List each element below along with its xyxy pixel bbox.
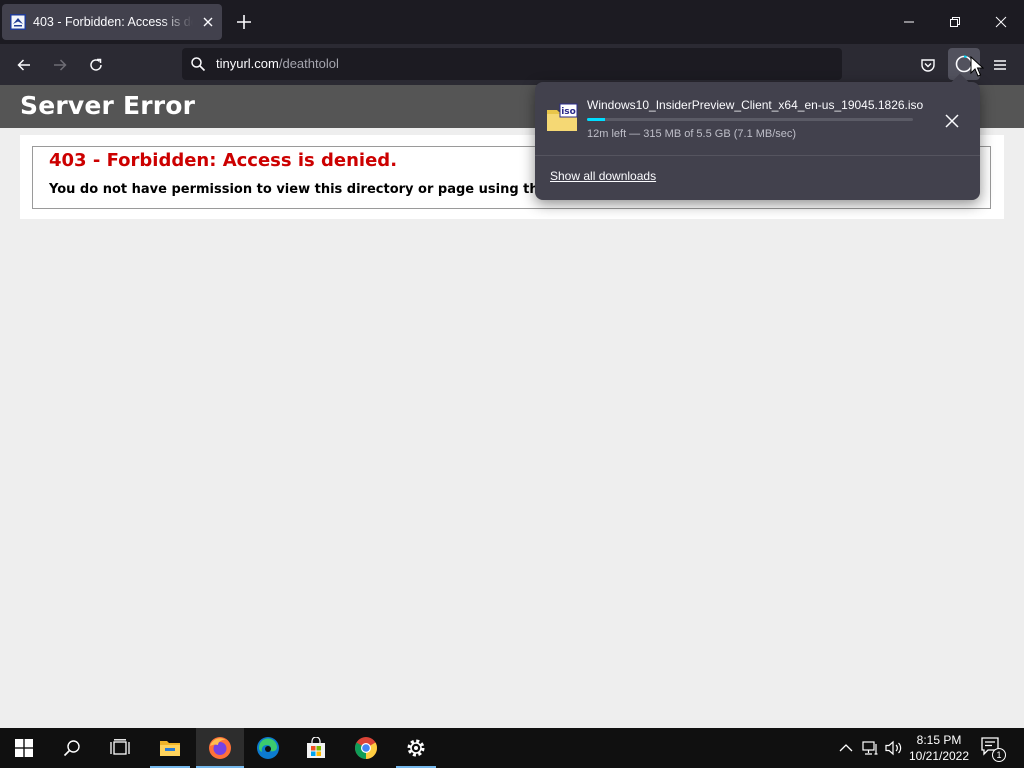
url-text[interactable]: tinyurl.com/deathtolol bbox=[216, 56, 339, 71]
taskbar-firefox[interactable] bbox=[196, 728, 244, 768]
taskbar: 8:15 PM 10/21/2022 1 bbox=[0, 728, 1024, 768]
url-bar[interactable]: tinyurl.com/deathtolol bbox=[182, 48, 842, 80]
url-path: /deathtolol bbox=[278, 56, 339, 71]
taskbar-search-button[interactable] bbox=[48, 728, 96, 768]
error-heading: 403 - Forbidden: Access is denied. bbox=[49, 150, 398, 171]
show-hidden-icons-button[interactable] bbox=[836, 738, 856, 758]
close-tab-icon[interactable] bbox=[200, 14, 216, 30]
panel-divider bbox=[535, 155, 980, 156]
task-view-icon bbox=[110, 739, 130, 755]
search-icon bbox=[191, 57, 206, 72]
downloads-panel: iso Windows10_InsiderPreview_Client_x64_… bbox=[535, 73, 980, 200]
task-view-button[interactable] bbox=[96, 728, 144, 768]
taskbar-clock[interactable]: 8:15 PM 10/21/2022 bbox=[906, 732, 972, 764]
close-icon bbox=[945, 114, 959, 128]
menu-button[interactable] bbox=[986, 51, 1014, 79]
page-title: Server Error bbox=[20, 91, 196, 120]
notification-count-badge: 1 bbox=[992, 748, 1006, 762]
download-filename: Windows10_InsiderPreview_Client_x64_en-u… bbox=[587, 98, 924, 112]
reload-icon bbox=[90, 58, 102, 71]
taskbar-settings[interactable] bbox=[392, 728, 440, 768]
iso-file-icon: iso bbox=[547, 103, 578, 131]
settings-icon bbox=[407, 739, 425, 757]
close-icon bbox=[995, 16, 1007, 28]
store-icon bbox=[307, 737, 325, 758]
download-item[interactable]: iso Windows10_InsiderPreview_Client_x64_… bbox=[535, 82, 980, 154]
start-button[interactable] bbox=[0, 728, 48, 768]
firefox-icon bbox=[209, 737, 231, 759]
tab-current[interactable]: 403 - Forbidden: Access is denied. bbox=[2, 4, 222, 40]
forward-arrow-icon bbox=[54, 59, 67, 71]
hamburger-menu-icon bbox=[994, 60, 1006, 70]
show-all-downloads-link[interactable]: Show all downloads bbox=[550, 169, 656, 183]
volume-icon bbox=[885, 740, 902, 756]
reload-button[interactable] bbox=[82, 51, 110, 79]
restore-button[interactable] bbox=[932, 0, 978, 44]
new-tab-plus-icon[interactable] bbox=[232, 10, 256, 34]
back-arrow-icon bbox=[17, 59, 30, 71]
clock-date: 10/21/2022 bbox=[908, 749, 970, 763]
restore-icon bbox=[950, 17, 960, 27]
tab-strip: 403 - Forbidden: Access is denied. bbox=[0, 0, 1024, 44]
back-button[interactable] bbox=[10, 51, 38, 79]
navigation-toolbar: tinyurl.com/deathtolol bbox=[0, 44, 1024, 85]
download-status: 12m left — 315 MB of 5.5 GB (7.1 MB/sec) bbox=[587, 128, 797, 140]
download-progress-fill bbox=[587, 118, 606, 121]
volume-tray-button[interactable] bbox=[884, 738, 904, 758]
network-icon bbox=[862, 741, 878, 755]
edge-icon bbox=[257, 737, 279, 759]
tab-title: 403 - Forbidden: Access is denied. bbox=[33, 15, 193, 29]
taskbar-file-explorer[interactable] bbox=[146, 728, 194, 768]
minimize-button[interactable] bbox=[886, 0, 932, 44]
cancel-download-button[interactable] bbox=[939, 108, 965, 134]
download-progress-bar bbox=[587, 118, 913, 121]
taskbar-store[interactable] bbox=[292, 728, 340, 768]
mouse-cursor-icon bbox=[970, 56, 984, 77]
taskbar-edge[interactable] bbox=[244, 728, 292, 768]
pocket-button[interactable] bbox=[914, 51, 942, 79]
start-icon bbox=[15, 739, 33, 757]
iis-favicon-icon bbox=[10, 14, 26, 30]
action-center-button[interactable]: 1 bbox=[980, 736, 1006, 762]
clock-time: 8:15 PM bbox=[916, 733, 962, 747]
chrome-icon bbox=[355, 737, 377, 759]
forward-button[interactable] bbox=[46, 51, 74, 79]
taskbar-chrome[interactable] bbox=[342, 728, 390, 768]
network-tray-button[interactable] bbox=[861, 738, 881, 758]
search-icon bbox=[63, 740, 80, 757]
minimize-icon bbox=[904, 21, 914, 23]
chevron-up-icon bbox=[839, 744, 853, 752]
url-host: tinyurl.com bbox=[216, 56, 279, 71]
file-explorer-icon bbox=[160, 741, 180, 756]
svg-text:iso: iso bbox=[561, 107, 576, 117]
close-window-button[interactable] bbox=[978, 0, 1024, 44]
pocket-icon bbox=[921, 59, 935, 72]
error-description: You do not have permission to view this … bbox=[49, 182, 548, 197]
